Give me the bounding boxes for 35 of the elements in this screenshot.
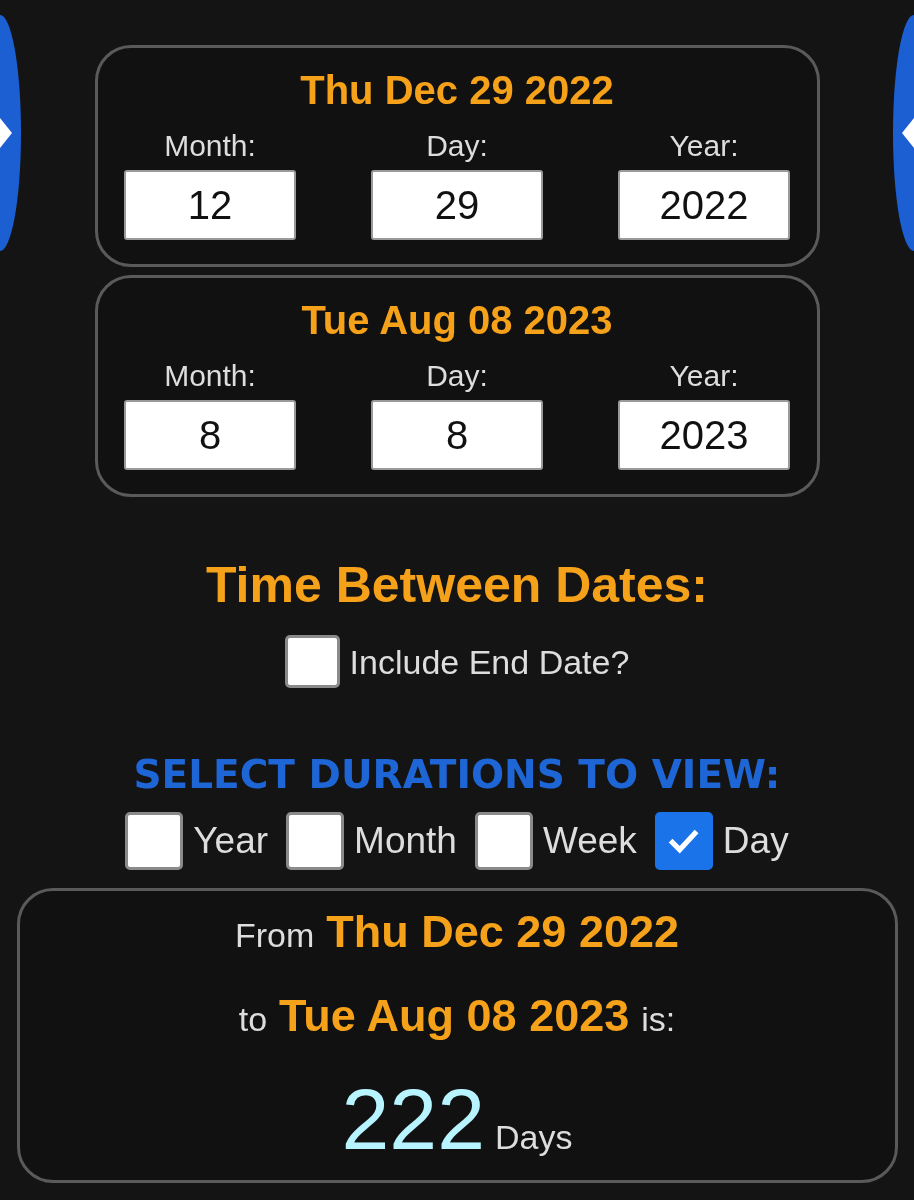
field-label: Day: [426, 128, 488, 164]
date-title: Thu Dec 29 2022 [300, 67, 614, 114]
end-date: Tue Aug 08 2023 [279, 989, 630, 1043]
section-heading: SELECT DURATIONS TO VIEW: [133, 751, 781, 799]
start-date: Thu Dec 29 2022 [326, 905, 679, 959]
checkbox[interactable] [654, 812, 713, 870]
checkbox-label: Day [722, 819, 789, 863]
checkbox[interactable] [125, 812, 184, 870]
checkbox[interactable] [474, 812, 533, 870]
checkbox[interactable] [284, 635, 340, 688]
from-label: From [235, 915, 315, 956]
number-field[interactable]: 8 [124, 400, 296, 470]
field-label: Year: [669, 358, 739, 394]
unit-label: Days [495, 1117, 573, 1158]
checkbox-label: Week [542, 819, 637, 863]
checkbox-label: Year [193, 819, 269, 863]
field-label: Day: [426, 358, 488, 394]
chevron-icon [902, 118, 914, 148]
chevron-icon [0, 118, 12, 148]
field-label: Month: [164, 128, 256, 164]
checkbox[interactable] [286, 812, 345, 870]
is-label: is: [641, 999, 676, 1040]
number-field[interactable]: 2022 [618, 170, 790, 240]
number-field[interactable]: 8 [371, 400, 543, 470]
to-label: to [238, 999, 268, 1040]
date-title: Tue Aug 08 2023 [301, 297, 613, 344]
checkbox-label: Month [354, 819, 457, 863]
section-heading: Time Between Dates: [206, 556, 708, 615]
number-field[interactable]: 12 [124, 170, 296, 240]
number-field[interactable]: 2023 [618, 400, 790, 470]
day-count: 222 [341, 1070, 485, 1169]
number-field[interactable]: 29 [371, 170, 543, 240]
field-label: Year: [669, 128, 739, 164]
field-label: Month: [164, 358, 256, 394]
checkbox-label: Include End Date? [349, 641, 630, 682]
